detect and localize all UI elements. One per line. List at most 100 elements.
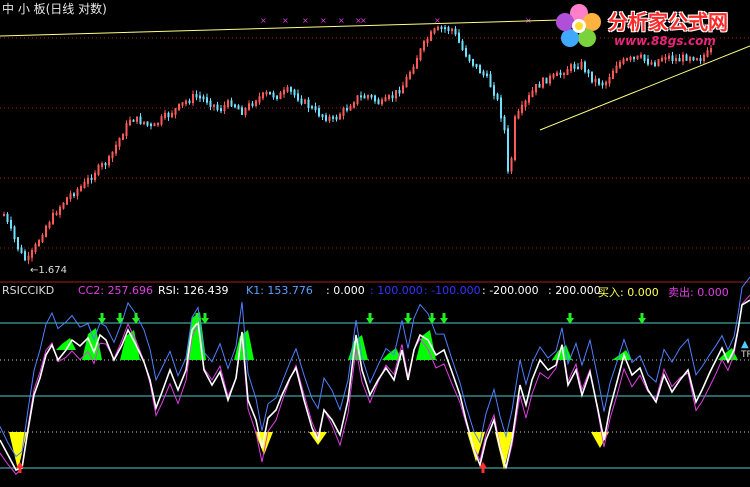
candle <box>52 212 54 225</box>
candle <box>230 100 233 107</box>
candle <box>419 48 422 61</box>
candle <box>654 62 656 67</box>
down-arrow-stem <box>430 313 434 318</box>
candle <box>87 177 89 184</box>
candle <box>139 116 142 125</box>
candle <box>584 61 586 73</box>
candle <box>556 72 558 76</box>
candle <box>129 119 131 126</box>
candle <box>626 58 628 61</box>
candle <box>150 123 152 127</box>
candle <box>566 68 569 76</box>
candle <box>444 27 446 30</box>
indicator-value-7: : 200.000 <box>548 284 601 297</box>
candlestick-series[interactable] <box>3 25 712 265</box>
candle <box>503 116 506 131</box>
candle <box>335 116 338 120</box>
candle <box>493 85 495 96</box>
candle <box>244 107 247 115</box>
candle <box>384 97 387 102</box>
candle <box>328 116 331 121</box>
candle <box>447 27 450 32</box>
candle <box>104 163 107 166</box>
candle <box>664 56 667 60</box>
candle <box>671 55 674 62</box>
candle <box>619 61 621 68</box>
candle <box>349 105 352 111</box>
candle <box>76 188 79 197</box>
down-arrow-stem <box>203 313 207 318</box>
candle <box>594 78 597 83</box>
candle <box>178 103 180 111</box>
indicator-value-6: : -200.000 <box>482 284 539 297</box>
candle <box>216 104 219 111</box>
candle <box>3 213 5 216</box>
candle <box>31 249 33 258</box>
chart-canvas[interactable]: ××××××××× <box>0 0 750 487</box>
candle <box>650 62 653 65</box>
candle <box>454 28 457 35</box>
candle <box>353 102 355 108</box>
candle <box>682 54 684 62</box>
candle <box>132 119 135 122</box>
candle <box>146 121 149 126</box>
down-arrow-stem <box>368 313 372 318</box>
candle <box>689 56 691 61</box>
candle <box>412 66 415 74</box>
candle <box>668 55 670 59</box>
signal-arrows <box>16 313 646 473</box>
up-arrow-stem <box>481 468 485 473</box>
candle <box>181 102 184 106</box>
candle <box>38 240 40 247</box>
candle <box>20 247 23 254</box>
candle <box>262 92 264 99</box>
candle <box>601 82 604 86</box>
candle <box>118 137 121 147</box>
candle <box>272 92 275 98</box>
candle <box>300 98 303 104</box>
candle <box>703 54 705 61</box>
candle <box>479 65 481 74</box>
top-x-markers: ××××××××× <box>260 16 532 25</box>
candle <box>115 144 117 154</box>
candle <box>111 151 114 159</box>
indicator-value-3: : 0.000 <box>326 284 365 297</box>
logo-url: www.88gs.com <box>614 34 716 48</box>
candle <box>153 123 156 127</box>
candle <box>398 90 401 94</box>
candle <box>440 26 443 30</box>
candle <box>108 156 110 166</box>
candle <box>465 47 467 57</box>
candle <box>34 244 37 252</box>
indicator-lines <box>0 276 750 475</box>
indicator-value-5: : -100.000 <box>424 284 481 297</box>
candle <box>125 123 128 137</box>
up-arrow-stem <box>18 468 22 473</box>
candle <box>66 197 68 205</box>
chart-title: 中 小 板(日线 对数) <box>2 2 107 16</box>
candle <box>699 58 702 61</box>
candle <box>160 116 163 125</box>
candle <box>199 95 201 99</box>
candle <box>143 121 145 125</box>
site-logo[interactable]: 分析家公式网 www.88gs.com <box>548 0 750 54</box>
candle <box>269 91 271 95</box>
resistance-line <box>0 19 561 37</box>
x-marker: × <box>338 16 345 25</box>
indicator-levels <box>0 322 750 469</box>
candle <box>255 100 257 106</box>
candle <box>258 96 261 103</box>
candle <box>437 26 439 31</box>
down-arrow-stem <box>118 313 122 318</box>
candle <box>612 70 614 80</box>
candle <box>202 96 205 100</box>
candle <box>381 99 383 105</box>
indicator-value-1: RSI: 126.439 <box>158 284 229 297</box>
candle <box>157 122 159 126</box>
candle <box>468 54 471 62</box>
candle <box>500 97 502 119</box>
candle <box>587 70 590 74</box>
candle <box>552 73 555 78</box>
candle <box>83 181 86 189</box>
candle <box>563 73 565 76</box>
